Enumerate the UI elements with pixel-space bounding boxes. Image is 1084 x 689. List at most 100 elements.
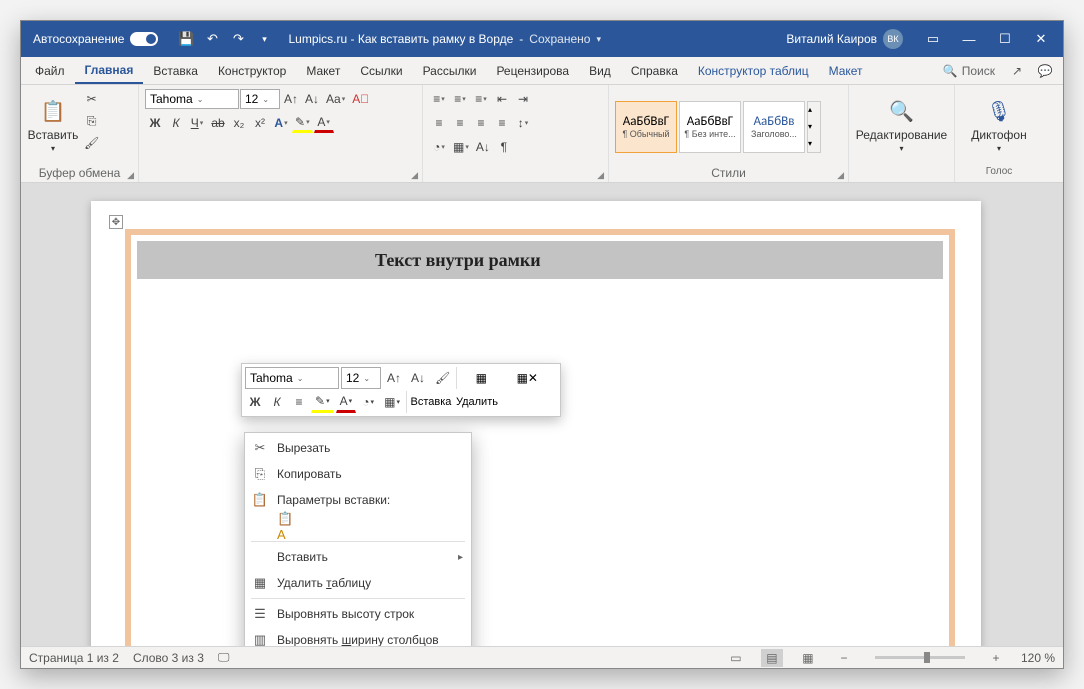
- mini-size-combo[interactable]: 12⌄: [341, 367, 381, 389]
- grow-font-icon[interactable]: A↑: [383, 367, 405, 389]
- zoom-out-icon[interactable]: −: [833, 649, 855, 667]
- zoom-in-icon[interactable]: +: [985, 649, 1007, 667]
- sort-icon[interactable]: A↓: [473, 137, 493, 157]
- tab-view[interactable]: Вид: [579, 57, 621, 84]
- borders-icon[interactable]: ▦: [380, 391, 404, 413]
- align-icon[interactable]: ≡: [289, 391, 309, 413]
- qat-customize-icon[interactable]: ▾: [252, 27, 276, 51]
- tab-layout[interactable]: Макет: [296, 57, 350, 84]
- dialog-launcher-icon[interactable]: ◢: [411, 170, 418, 181]
- underline-icon[interactable]: Ч: [187, 113, 207, 133]
- minimize-icon[interactable]: ―: [951, 21, 987, 57]
- frame-text[interactable]: Текст внутри рамки: [137, 241, 943, 279]
- undo-icon[interactable]: ↶: [200, 27, 224, 51]
- menu-distribute-rows[interactable]: ☰Выровнять высоту строк: [245, 601, 471, 627]
- document-area[interactable]: ✥ Текст внутри рамки Tahoma⌄ 12⌄ A↑ A↓ 🖌…: [21, 183, 1063, 646]
- mini-insert-button[interactable]: ▦: [459, 371, 503, 385]
- shrink-font-icon[interactable]: A↓: [407, 367, 429, 389]
- style-no-spacing[interactable]: АаБбВвГ¶ Без инте...: [679, 101, 741, 153]
- style-heading1[interactable]: АаБбВвЗаголово...: [743, 101, 805, 153]
- view-print-icon[interactable]: ▤: [761, 649, 783, 667]
- view-web-icon[interactable]: ▦: [797, 649, 819, 667]
- highlight-icon[interactable]: ✎: [311, 391, 334, 413]
- menu-distribute-cols[interactable]: ▥Выровнять ширину столбцов: [245, 627, 471, 646]
- superscript-icon[interactable]: x²: [250, 113, 270, 133]
- text-effects-icon[interactable]: A: [271, 113, 291, 133]
- mini-font-combo[interactable]: Tahoma⌄: [245, 367, 339, 389]
- zoom-level[interactable]: 120 %: [1021, 651, 1055, 665]
- bullets-icon[interactable]: ≡: [429, 89, 449, 109]
- menu-cut[interactable]: ✂Вырезать: [245, 435, 471, 461]
- shrink-font-icon[interactable]: A↓: [302, 89, 322, 109]
- zoom-slider[interactable]: [875, 656, 965, 659]
- dialog-launcher-icon[interactable]: ◢: [597, 170, 604, 181]
- format-painter-icon[interactable]: 🖌: [81, 133, 102, 153]
- ribbon-options-icon[interactable]: ▭: [915, 21, 951, 57]
- italic-icon[interactable]: К: [166, 113, 186, 133]
- shading-icon[interactable]: ◔: [358, 391, 378, 413]
- mini-delete-button[interactable]: ▦✕: [505, 371, 549, 385]
- font-name-combo[interactable]: Tahoma⌄: [145, 89, 239, 109]
- style-normal[interactable]: АаБбВвГ¶ Обычный: [615, 101, 677, 153]
- tab-insert[interactable]: Вставка: [143, 57, 208, 84]
- highlight-icon[interactable]: ✎: [292, 113, 313, 133]
- user-account[interactable]: Виталий Каиров ВК: [778, 29, 911, 49]
- line-spacing-icon[interactable]: ↕: [513, 113, 533, 133]
- tab-help[interactable]: Справка: [621, 57, 688, 84]
- styles-gallery-scroll[interactable]: ▴▾▾: [807, 101, 821, 153]
- multilevel-icon[interactable]: ≡: [471, 89, 491, 109]
- justify-icon[interactable]: ≡: [492, 113, 512, 133]
- menu-copy[interactable]: ⎘Копировать: [245, 461, 471, 487]
- borders-icon[interactable]: ▦: [450, 137, 472, 157]
- italic-icon[interactable]: К: [267, 391, 287, 413]
- change-case-icon[interactable]: Aa: [323, 89, 348, 109]
- view-read-icon[interactable]: ▭: [725, 649, 747, 667]
- dialog-launcher-icon[interactable]: ◢: [127, 170, 134, 181]
- tab-home[interactable]: Главная: [75, 57, 144, 84]
- tab-table-layout[interactable]: Макет: [819, 57, 873, 84]
- close-icon[interactable]: ✕: [1023, 21, 1059, 57]
- dialog-launcher-icon[interactable]: ◢: [837, 170, 844, 181]
- share-icon[interactable]: ↗: [1003, 57, 1031, 84]
- numbering-icon[interactable]: ≡: [450, 89, 470, 109]
- paste-button[interactable]: 📋Вставить▾: [27, 89, 79, 161]
- status-language-icon[interactable]: 🖵: [218, 650, 230, 665]
- format-painter-icon[interactable]: 🖌: [431, 367, 454, 389]
- editing-button[interactable]: 🔍Редактирование▾: [876, 89, 928, 161]
- font-color-icon[interactable]: A: [336, 391, 357, 413]
- bold-icon[interactable]: Ж: [145, 113, 165, 133]
- cut-icon[interactable]: ✂: [81, 89, 102, 109]
- autosave-toggle[interactable]: Автосохранение: [25, 32, 166, 46]
- comments-icon[interactable]: 💬: [1031, 57, 1059, 84]
- bold-icon[interactable]: Ж: [245, 391, 265, 413]
- tab-table-design[interactable]: Конструктор таблиц: [688, 57, 819, 84]
- tab-references[interactable]: Ссылки: [350, 57, 412, 84]
- dictate-button[interactable]: 🎙Диктофон▾: [973, 89, 1025, 161]
- copy-icon[interactable]: ⎘: [81, 111, 102, 131]
- align-left-icon[interactable]: ≡: [429, 113, 449, 133]
- status-words[interactable]: Слово 3 из 3: [133, 651, 204, 665]
- menu-insert[interactable]: Вставить▸: [245, 544, 471, 570]
- shading-icon[interactable]: ◔: [429, 137, 449, 157]
- maximize-icon[interactable]: ☐: [987, 21, 1023, 57]
- font-color-icon[interactable]: A: [314, 113, 334, 133]
- status-page[interactable]: Страница 1 из 2: [29, 651, 119, 665]
- show-marks-icon[interactable]: ¶: [494, 137, 514, 157]
- outdent-icon[interactable]: ⇤: [492, 89, 512, 109]
- tab-design[interactable]: Конструктор: [208, 57, 296, 84]
- save-icon[interactable]: 💾: [174, 27, 198, 51]
- menu-paste-text-only[interactable]: 📋A: [245, 513, 471, 539]
- align-center-icon[interactable]: ≡: [450, 113, 470, 133]
- tab-file[interactable]: Файл: [25, 57, 75, 84]
- clear-format-icon[interactable]: A⃠: [349, 89, 372, 109]
- tab-mailings[interactable]: Рассылки: [413, 57, 487, 84]
- menu-delete-table[interactable]: ▦Удалить таблицу: [245, 570, 471, 596]
- redo-icon[interactable]: ↷: [226, 27, 250, 51]
- align-right-icon[interactable]: ≡: [471, 113, 491, 133]
- tab-review[interactable]: Рецензирова: [486, 57, 579, 84]
- subscript-icon[interactable]: x₂: [229, 113, 249, 133]
- indent-icon[interactable]: ⇥: [513, 89, 533, 109]
- table-move-handle-icon[interactable]: ✥: [109, 215, 123, 229]
- strike-icon[interactable]: ab: [208, 113, 228, 133]
- search-box[interactable]: 🔍Поиск: [935, 57, 1003, 84]
